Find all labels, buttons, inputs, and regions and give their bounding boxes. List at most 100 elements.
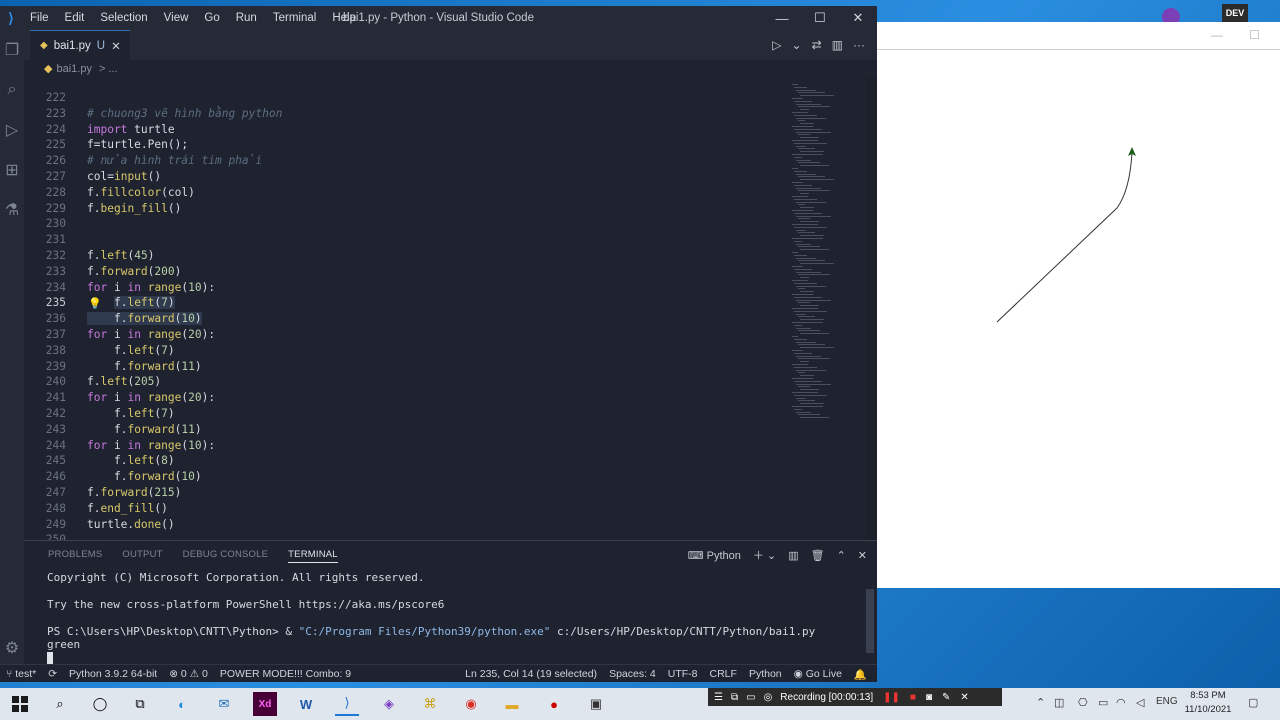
stop-icon[interactable]: ■ xyxy=(910,692,916,703)
branch-status[interactable]: ⑂ test* xyxy=(0,668,42,680)
code-line[interactable]: 242 f.left(7) xyxy=(24,406,764,422)
minimize-icon[interactable]: — xyxy=(763,6,801,30)
new-terminal-icon[interactable]: ＋ ⌄ xyxy=(753,547,776,563)
pause-icon[interactable]: ❚❚ xyxy=(883,692,900,703)
code-line[interactable]: 228 f.fillcolor(col) xyxy=(24,185,764,201)
code-line[interactable]: 236 f.forward(10) xyxy=(24,311,764,327)
sync-icon[interactable]: ⟳ xyxy=(42,668,63,680)
code-line[interactable]: 241 for i in range(20): xyxy=(24,390,764,406)
code-line[interactable]: 243 f.forward(11) xyxy=(24,422,764,438)
terminal-shell-icon[interactable]: ⌨ Python xyxy=(688,549,741,562)
language-mode[interactable]: Python xyxy=(743,668,788,680)
code-line[interactable]: 240 f.left(205) xyxy=(24,374,764,390)
file-explorer-icon[interactable]: ▬ xyxy=(500,692,524,716)
rec-window-icon[interactable]: ⧉ xyxy=(731,692,738,703)
split-terminal-icon[interactable]: ▥ xyxy=(788,549,798,562)
code-line[interactable]: 232 f.left(45) xyxy=(24,248,764,264)
code-line[interactable]: 237 for i in range(20): xyxy=(24,327,764,343)
settings-gear-icon[interactable]: ⚙ xyxy=(0,638,24,658)
visual-studio-icon[interactable]: ◈ xyxy=(377,692,401,716)
run-debug-icon[interactable]: ▷ xyxy=(0,110,24,150)
menu-terminal[interactable]: Terminal xyxy=(265,6,324,30)
more-actions-icon[interactable]: ··· xyxy=(853,38,865,52)
code-line[interactable]: 226 # nửa hình trái tim phải xyxy=(24,153,764,169)
tab-close-icon[interactable]: ✕ xyxy=(111,39,121,53)
notifications-icon[interactable]: 🔔 xyxy=(848,668,873,681)
explorer-icon[interactable]: ❐ xyxy=(0,30,24,70)
compare-icon[interactable]: ⇄ xyxy=(812,38,822,52)
code-line[interactable]: 235 💡 f.left(7) xyxy=(24,295,764,311)
run-dropdown-icon[interactable]: ⌄ xyxy=(792,38,802,52)
kill-terminal-icon[interactable]: 🗑 xyxy=(811,549,825,562)
cursor-position[interactable]: Ln 235, Col 14 (19 selected) xyxy=(459,668,603,680)
panel-tab-problems[interactable]: PROBLEMS xyxy=(48,549,102,563)
language-indicator[interactable]: ENG xyxy=(1156,696,1178,707)
word-icon[interactable]: W xyxy=(294,692,318,716)
pen-icon[interactable]: ✎ xyxy=(942,692,950,703)
rec-fullscreen-icon[interactable]: ▭ xyxy=(746,692,755,703)
tray-network-icon[interactable]: ⎔ xyxy=(1078,696,1088,709)
maximize-icon[interactable]: ☐ xyxy=(801,6,839,30)
split-editor-icon[interactable]: ▥ xyxy=(832,38,843,52)
mail-icon[interactable]: ✉ xyxy=(212,692,236,716)
adobe-xd-icon[interactable]: Xd xyxy=(253,692,277,716)
interpreter-status[interactable]: Python 3.9.2 64-bit xyxy=(63,668,163,680)
code-line[interactable]: 244 for i in range(10): xyxy=(24,438,764,454)
code-line[interactable]: 249 turtle.done() xyxy=(24,517,764,533)
vscode-taskbar-icon[interactable]: ⟩ xyxy=(335,692,359,716)
clock[interactable]: 8:53 PM 11/10/2021 xyxy=(1180,689,1236,717)
menu-file[interactable]: File xyxy=(22,6,57,30)
rec-mic-icon[interactable]: ◎ xyxy=(764,692,773,703)
code-line[interactable]: 224 import turtle xyxy=(24,122,764,138)
problems-status[interactable]: ⊗ 0 ⚠ 0 xyxy=(163,668,214,680)
go-live[interactable]: ◉ Go Live xyxy=(788,668,848,680)
encoding[interactable]: UTF-8 xyxy=(662,668,704,680)
cortana-icon[interactable]: ◯ xyxy=(88,692,112,716)
menu-go[interactable]: Go xyxy=(196,6,227,30)
tray-app-icon[interactable]: ◫ xyxy=(1054,696,1064,709)
code-line[interactable]: 223 # chuong3 vẽ hình bằng python xyxy=(24,106,764,122)
recorder-icon[interactable]: ● xyxy=(542,692,566,716)
rec-close-icon[interactable]: ✕ xyxy=(960,692,968,703)
code-line[interactable]: 225 f=turtle.Pen(); xyxy=(24,137,764,153)
panel-tab-debug-console[interactable]: DEBUG CONSOLE xyxy=(183,549,268,563)
tray-up-icon[interactable]: ⌃ xyxy=(1036,696,1045,709)
dev-icon[interactable]: DEV xyxy=(1222,4,1248,22)
line-ending[interactable]: CRLF xyxy=(704,668,743,680)
code-editor[interactable]: 222 223 # chuong3 vẽ hình bằng python 224 im… xyxy=(24,78,788,540)
wifi-icon[interactable]: ◠ xyxy=(1116,696,1126,709)
menu-selection[interactable]: Selection xyxy=(92,6,155,30)
close-icon[interactable]: ✕ xyxy=(839,6,877,30)
tab-bai1-py[interactable]: ◆ bai1.py U ✕ xyxy=(30,30,130,60)
testing-icon[interactable]: ⚗ xyxy=(0,190,24,230)
code-line[interactable]: 231 xyxy=(24,232,764,248)
code-line[interactable]: 222 xyxy=(24,90,764,106)
extensions-icon[interactable]: ⊞ xyxy=(0,150,24,190)
python-icon[interactable]: ⌘ xyxy=(418,692,442,716)
code-line[interactable]: 247 f.forward(215) xyxy=(24,485,764,501)
task-view-icon[interactable]: ⧉ xyxy=(128,692,152,716)
tray-icon[interactable]: ▭ xyxy=(1098,696,1108,709)
menu-help[interactable]: Help xyxy=(324,6,364,30)
terminal-scrollbar[interactable] xyxy=(866,589,874,653)
code-line[interactable]: 238 f.left(7) xyxy=(24,343,764,359)
volume-icon[interactable]: ◁ xyxy=(1136,696,1144,709)
menu-view[interactable]: View xyxy=(156,6,197,30)
indentation[interactable]: Spaces: 4 xyxy=(603,668,662,680)
close-panel-icon[interactable]: ✕ xyxy=(858,549,867,562)
python-window-icon[interactable]: ▣ xyxy=(584,692,608,716)
chrome-icon[interactable]: ◉ xyxy=(459,692,483,716)
code-line[interactable]: 229 f.begin_fill() xyxy=(24,201,764,217)
panel-tab-terminal[interactable]: TERMINAL xyxy=(288,549,338,563)
editor-scrollbar[interactable] xyxy=(866,78,877,540)
screenshot-icon[interactable]: ◙ xyxy=(926,692,932,703)
turtle-maximize-icon[interactable]: ☐ xyxy=(1249,28,1260,42)
code-line[interactable]: 250 xyxy=(24,532,764,540)
code-line[interactable]: 239 f.forward(11) xyxy=(24,359,764,375)
search-icon[interactable]: ⌕ xyxy=(48,692,72,716)
code-line[interactable]: 230 xyxy=(24,216,764,232)
breadcrumb[interactable]: ◆ bai1.py > ... xyxy=(44,62,118,75)
edge-icon[interactable]: ◐ xyxy=(170,692,194,716)
windows-start-icon[interactable] xyxy=(8,692,32,716)
notification-center-icon[interactable]: ▢ xyxy=(1248,696,1258,709)
